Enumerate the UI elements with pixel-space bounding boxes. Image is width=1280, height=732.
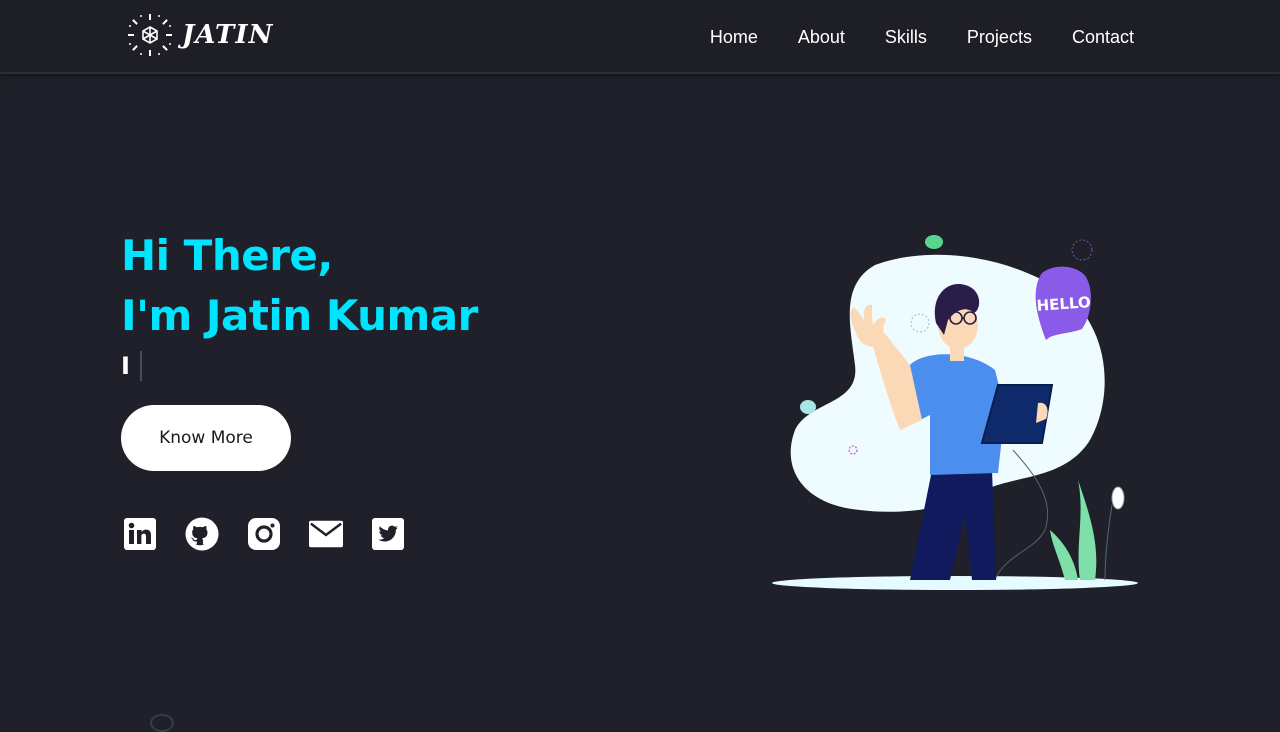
instagram-icon [248,518,280,550]
linkedin-link[interactable] [123,516,157,552]
know-more-button[interactable]: Know More [121,405,291,471]
hero-name: I'm Jatin Kumar [121,291,478,340]
hello-bubble-text: HELLO [1036,293,1091,315]
github-link[interactable] [185,516,219,552]
nav-link-skills[interactable]: Skills [885,24,927,50]
nav-menu: Home About Skills Projects Contact [710,24,1134,50]
hero-illustration: HELLO [772,235,1138,590]
instagram-link[interactable] [247,516,281,552]
typed-text: I [121,352,130,380]
decor-dot-green [925,235,943,249]
navbar: JATIN Home About Skills Projects Contact [0,0,1280,74]
mail-link[interactable] [309,516,343,552]
plant-stem [1104,504,1113,581]
sun-logo-icon [128,14,172,56]
hero-text: Hi There, I'm Jatin Kumar I [121,226,478,382]
decor-dashed-circle [1071,239,1093,261]
linkedin-icon [124,518,156,550]
nav-link-home[interactable]: Home [710,24,758,50]
typing-cursor [139,351,142,381]
decor-dot-teal [800,400,816,414]
hero-greeting: Hi There, [121,231,333,280]
nav-link-projects[interactable]: Projects [967,24,1032,50]
typewriter: I [121,350,478,382]
nav-link-about[interactable]: About [798,24,845,50]
plant-leaves [1050,480,1097,580]
twitter-icon [372,518,404,550]
social-links [123,516,405,552]
twitter-link[interactable] [371,516,405,552]
github-icon [185,517,219,551]
brand-name: JATIN [182,20,274,50]
brand[interactable]: JATIN [126,12,273,58]
next-section-peek [150,714,174,732]
mail-icon [309,520,343,548]
nav-link-contact[interactable]: Contact [1072,24,1134,50]
plant-bulb [1111,486,1125,510]
